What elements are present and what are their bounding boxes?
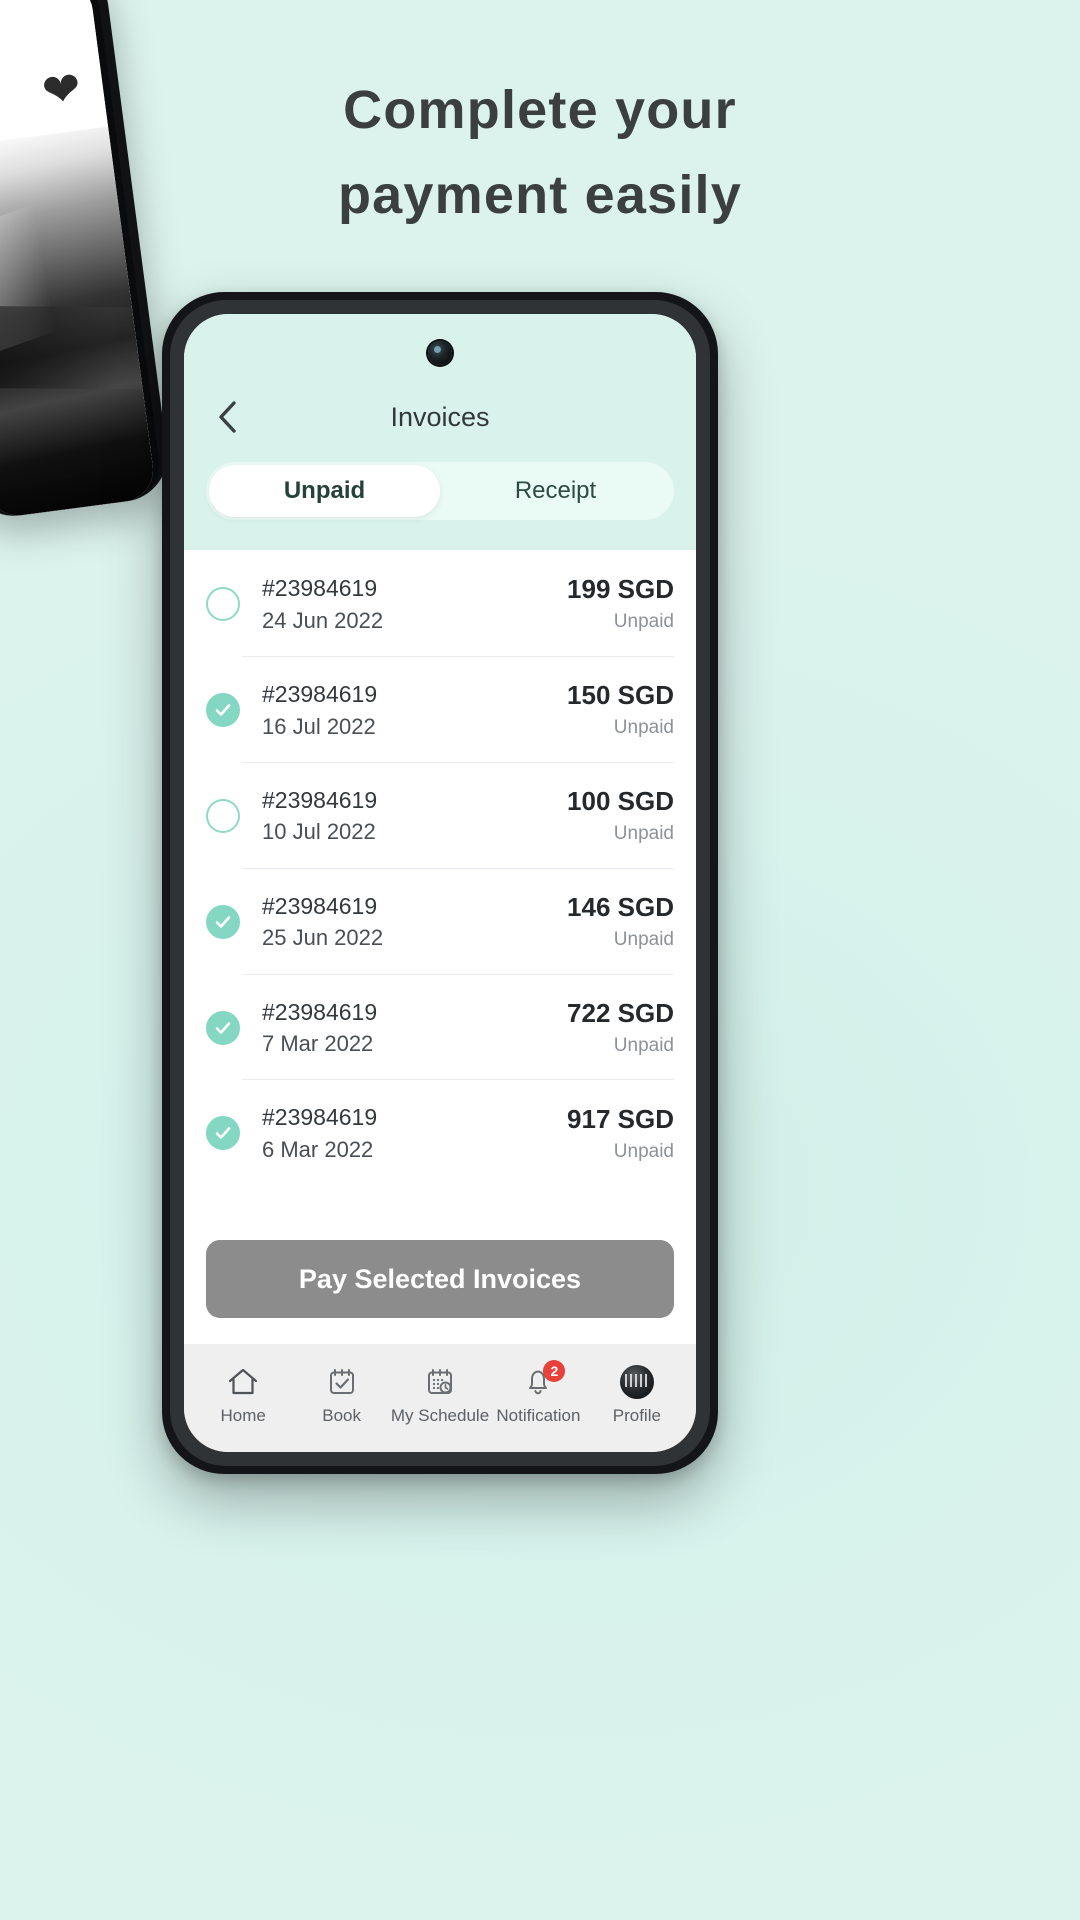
check-icon xyxy=(215,1021,231,1034)
status-badge: Unpaid xyxy=(613,611,674,633)
invoice-info: #23984619 24 Jun 2022 xyxy=(262,572,567,636)
app-screen: Invoices Unpaid Receipt #23984619 24 Jun… xyxy=(184,314,696,1452)
table-row[interactable]: #23984619 24 Jun 2022 199 SGD Unpaid xyxy=(206,550,674,656)
status-badge: Unpaid xyxy=(613,822,674,844)
table-row[interactable]: #23984619 25 Jun 2022 146 SGD Unpaid xyxy=(206,867,674,974)
invoice-date: 10 Jul 2022 xyxy=(262,819,376,845)
notification-badge: 2 xyxy=(543,1359,566,1382)
home-icon xyxy=(225,1365,261,1399)
invoice-checkbox[interactable] xyxy=(206,586,240,621)
nav-label: My Schedule xyxy=(390,1405,490,1425)
avatar-icon xyxy=(619,1364,655,1399)
nav-label: Book xyxy=(322,1405,361,1425)
camera-punch-hole-icon xyxy=(428,341,452,365)
table-row[interactable]: #23984619 7 Mar 2022 722 SGD Unpaid xyxy=(206,973,674,1080)
nav-label: Profile xyxy=(612,1405,661,1425)
calendar-check-icon xyxy=(324,1365,360,1399)
tabs-container: Unpaid Receipt xyxy=(184,454,696,550)
avatar xyxy=(619,1364,654,1399)
invoice-id: #23984619 xyxy=(262,786,378,813)
invoice-amount-block: 146 SGD Unpaid xyxy=(567,890,674,953)
invoice-amount-block: 199 SGD Unpaid xyxy=(567,572,674,635)
table-row[interactable]: #23984619 10 Jul 2022 100 SGD Unpaid xyxy=(206,761,674,868)
nav-item-notification[interactable]: 2 Notification xyxy=(489,1359,587,1426)
pay-button-container: Pay Selected Invoices xyxy=(184,1224,696,1344)
invoice-amount: 199 SGD xyxy=(567,574,674,605)
invoice-info: #23984619 6 Mar 2022 xyxy=(262,1101,567,1165)
status-badge: Unpaid xyxy=(613,928,674,950)
chevron-left-icon xyxy=(219,401,236,433)
invoice-checkbox[interactable] xyxy=(206,904,240,939)
invoice-info: #23984619 25 Jun 2022 xyxy=(262,890,567,954)
bell-icon: 2 xyxy=(520,1359,566,1399)
check-icon xyxy=(215,1127,231,1140)
invoice-date: 24 Jun 2022 xyxy=(262,607,384,633)
status-badge: Unpaid xyxy=(613,1034,674,1056)
nav-item-book[interactable]: Book xyxy=(292,1365,390,1426)
headline-line-1: Complete your xyxy=(343,80,737,140)
invoice-id: #23984619 xyxy=(262,1104,378,1131)
invoice-amount-block: 722 SGD Unpaid xyxy=(567,996,674,1059)
status-bar xyxy=(184,314,696,380)
nav-label: Home xyxy=(220,1405,266,1425)
invoice-info: #23984619 16 Jul 2022 xyxy=(262,678,567,742)
nav-item-my-schedule[interactable]: My Schedule xyxy=(391,1365,489,1426)
invoice-list: #23984619 24 Jun 2022 199 SGD Unpaid #23… xyxy=(184,550,696,1224)
check-icon xyxy=(215,915,231,928)
check-icon xyxy=(215,704,231,716)
tab-receipt[interactable]: Receipt xyxy=(440,465,671,517)
invoice-amount: 722 SGD xyxy=(567,997,674,1028)
pay-selected-invoices-button[interactable]: Pay Selected Invoices xyxy=(206,1240,674,1318)
bottom-navigation: Home Book My Schedule 2 Notification Pro… xyxy=(184,1344,696,1452)
invoice-amount: 917 SGD xyxy=(567,1103,674,1134)
invoice-amount-block: 100 SGD Unpaid xyxy=(567,784,674,847)
invoice-checkbox[interactable] xyxy=(206,692,240,727)
nav-label: Notification xyxy=(496,1405,581,1425)
invoice-id: #23984619 xyxy=(262,892,378,919)
nav-item-profile[interactable]: Profile xyxy=(588,1364,686,1426)
tab-unpaid[interactable]: Unpaid xyxy=(209,465,440,517)
headline-line-2: payment easily xyxy=(337,165,742,226)
invoice-id: #23984619 xyxy=(262,575,378,601)
table-row[interactable]: #23984619 16 Jul 2022 150 SGD Unpaid xyxy=(206,655,674,762)
calendar-clock-icon xyxy=(422,1365,458,1399)
invoice-checkbox[interactable] xyxy=(206,798,240,833)
segmented-control: Unpaid Receipt xyxy=(206,462,674,520)
invoice-date: 7 Mar 2022 xyxy=(262,1031,374,1057)
invoice-date: 6 Mar 2022 xyxy=(262,1137,374,1163)
app-header: Invoices xyxy=(184,380,696,454)
status-badge: Unpaid xyxy=(613,717,674,738)
invoice-amount-block: 917 SGD Unpaid xyxy=(567,1102,674,1165)
nav-item-home[interactable]: Home xyxy=(194,1365,292,1426)
primary-phone-mockup: Invoices Unpaid Receipt #23984619 24 Jun… xyxy=(162,292,718,1474)
invoice-amount: 100 SGD xyxy=(567,786,674,817)
invoice-amount-block: 150 SGD Unpaid xyxy=(567,678,674,741)
invoice-info: #23984619 7 Mar 2022 xyxy=(262,996,567,1060)
invoice-checkbox[interactable] xyxy=(206,1010,240,1045)
invoice-amount: 150 SGD xyxy=(567,680,674,711)
invoice-amount: 146 SGD xyxy=(567,891,674,922)
invoice-date: 25 Jun 2022 xyxy=(262,925,384,951)
invoice-id: #23984619 xyxy=(262,998,378,1025)
invoice-date: 16 Jul 2022 xyxy=(262,713,376,739)
page-title: Invoices xyxy=(390,401,490,432)
invoice-checkbox[interactable] xyxy=(206,1116,240,1151)
invoice-id: #23984619 xyxy=(262,680,378,707)
invoice-info: #23984619 10 Jul 2022 xyxy=(262,784,567,848)
table-row[interactable]: #23984619 6 Mar 2022 917 SGD Unpaid xyxy=(206,1079,674,1185)
back-button[interactable] xyxy=(206,396,248,438)
promo-headline: Complete your payment easily xyxy=(0,68,1080,239)
status-badge: Unpaid xyxy=(613,1140,674,1162)
